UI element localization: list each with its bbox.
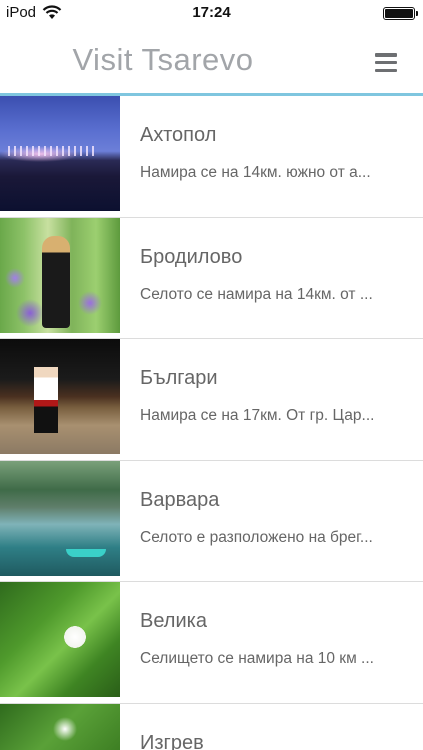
place-title: Ахтопол [140, 124, 217, 146]
battery-icon [383, 7, 418, 20]
place-thumbnail [0, 582, 120, 697]
place-description: Селището се намира на 10 км ... [140, 650, 374, 667]
app-title: Visit Tsarevo [72, 42, 254, 77]
status-time: 17:24 [192, 4, 231, 21]
place-description: Селото е разположено на брег... [140, 528, 373, 546]
place-title: Бродилово [140, 245, 243, 268]
place-title: Велика [140, 610, 207, 632]
hamburger-menu-icon[interactable] [375, 53, 397, 72]
place-thumbnail [0, 339, 120, 454]
menu-line [375, 68, 397, 72]
places-list: Ахтопол Намира се на 14км. южно от а... … [0, 96, 423, 750]
menu-line [375, 53, 397, 57]
list-item-bulgari[interactable]: Българи Намира се на 17км. От гр. Цар... [0, 339, 423, 461]
place-thumbnail [0, 703, 120, 750]
place-thumbnail [0, 96, 120, 211]
status-bar: iPod 17:24 [0, 0, 423, 28]
nav-header: Visit Tsarevo [0, 28, 423, 94]
list-item-varvara[interactable]: Варвара Селото е разположено на брег... [0, 460, 423, 582]
place-thumbnail [0, 217, 120, 333]
place-title: Варвара [140, 488, 220, 511]
place-description: Намира се на 17км. От гр. Цар... [140, 407, 375, 424]
place-description: Намира се на 14км. южно от а... [140, 164, 371, 181]
list-item-ahtopol[interactable]: Ахтопол Намира се на 14км. южно от а... [0, 96, 423, 218]
place-description: Селото се намира на 14км. от ... [140, 285, 373, 303]
list-item-izgrev[interactable]: Изгрев [0, 703, 423, 750]
place-title: Изгрев [140, 731, 204, 750]
menu-line [375, 60, 397, 65]
list-item-brodilovo[interactable]: Бродилово Селото се намира на 14км. от .… [0, 217, 423, 339]
list-item-velika[interactable]: Велика Селището се намира на 10 км ... [0, 582, 423, 704]
place-thumbnail [0, 460, 120, 576]
place-title: Българи [140, 367, 218, 389]
